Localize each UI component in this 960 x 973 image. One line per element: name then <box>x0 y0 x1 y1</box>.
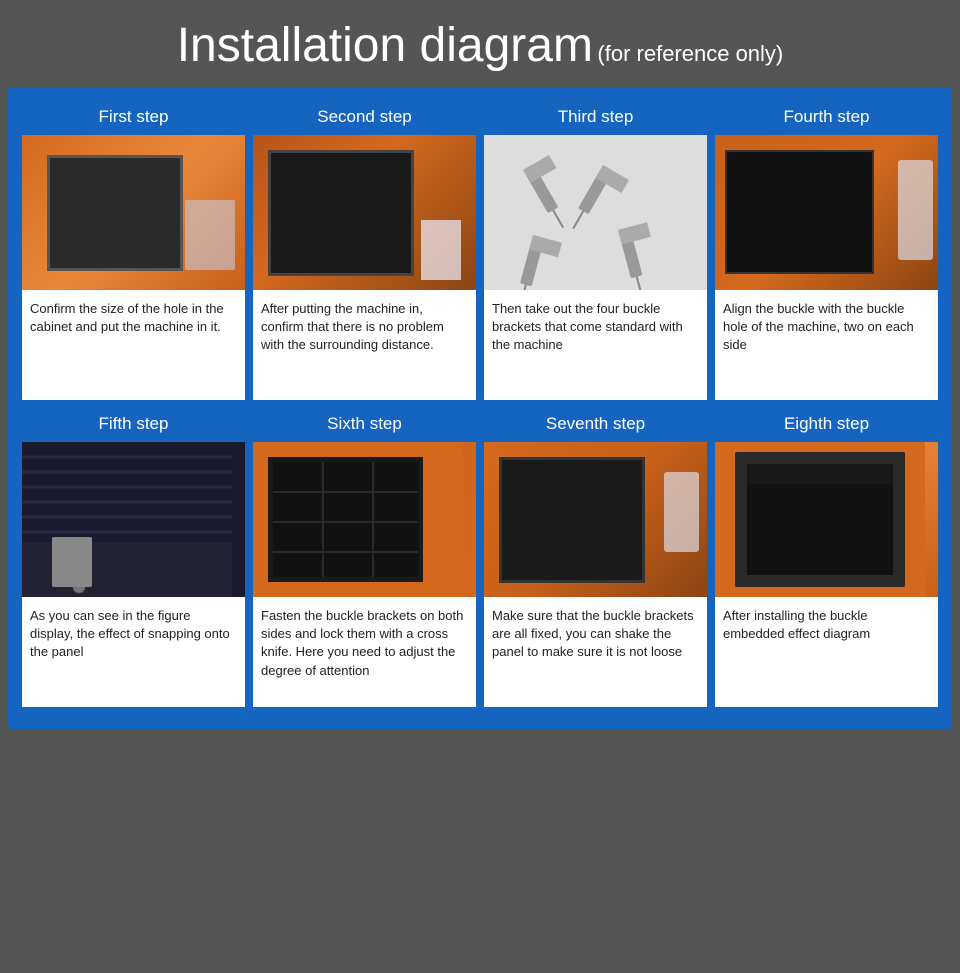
step3-description: Then take out the four buckle brackets t… <box>484 290 707 400</box>
step7-title: Seventh step <box>484 408 707 442</box>
steps-row-2: Fifth step <box>22 408 938 707</box>
main-content: First step Confirm the size of the hole … <box>8 87 952 729</box>
step8-title: Eighth step <box>715 408 938 442</box>
step6-description: Fasten the buckle brackets on both sides… <box>253 597 476 707</box>
step3-title: Third step <box>484 101 707 135</box>
step7-image <box>484 442 707 597</box>
page-wrapper: Installation diagram (for reference only… <box>0 0 960 729</box>
step7-description: Make sure that the buckle brackets are a… <box>484 597 707 707</box>
step2-description: After putting the machine in, confirm th… <box>253 290 476 400</box>
step-card-4: Fourth step Align the buckle with the bu… <box>715 101 938 400</box>
step8-image <box>715 442 938 597</box>
step4-description: Align the buckle with the buckle hole of… <box>715 290 938 400</box>
step-card-2: Second step After putting the machine in… <box>253 101 476 400</box>
step4-image <box>715 135 938 290</box>
page-subtitle: (for reference only) <box>597 41 783 66</box>
step6-title: Sixth step <box>253 408 476 442</box>
step2-image <box>253 135 476 290</box>
step5-title: Fifth step <box>22 408 245 442</box>
step5-description: As you can see in the figure display, th… <box>22 597 245 707</box>
step-card-7: Seventh step Make sure that the buckle b… <box>484 408 707 707</box>
step5-image <box>22 442 245 597</box>
step4-title: Fourth step <box>715 101 938 135</box>
step3-image <box>484 135 707 290</box>
page-title: Installation diagram <box>177 19 593 72</box>
step-card-5: Fifth step <box>22 408 245 707</box>
step-card-1: First step Confirm the size of the hole … <box>22 101 245 400</box>
steps-row-1: First step Confirm the size of the hole … <box>22 101 938 400</box>
step-card-3: Third step <box>484 101 707 400</box>
step1-title: First step <box>22 101 245 135</box>
step6-image <box>253 442 476 597</box>
step8-description: After installing the buckle embedded eff… <box>715 597 938 707</box>
step1-image <box>22 135 245 290</box>
title-bar: Installation diagram (for reference only… <box>0 0 960 87</box>
step1-description: Confirm the size of the hole in the cabi… <box>22 290 245 400</box>
step2-title: Second step <box>253 101 476 135</box>
step-card-6: Sixth step <box>253 408 476 707</box>
step-card-8: Eighth step After installing the buckle … <box>715 408 938 707</box>
